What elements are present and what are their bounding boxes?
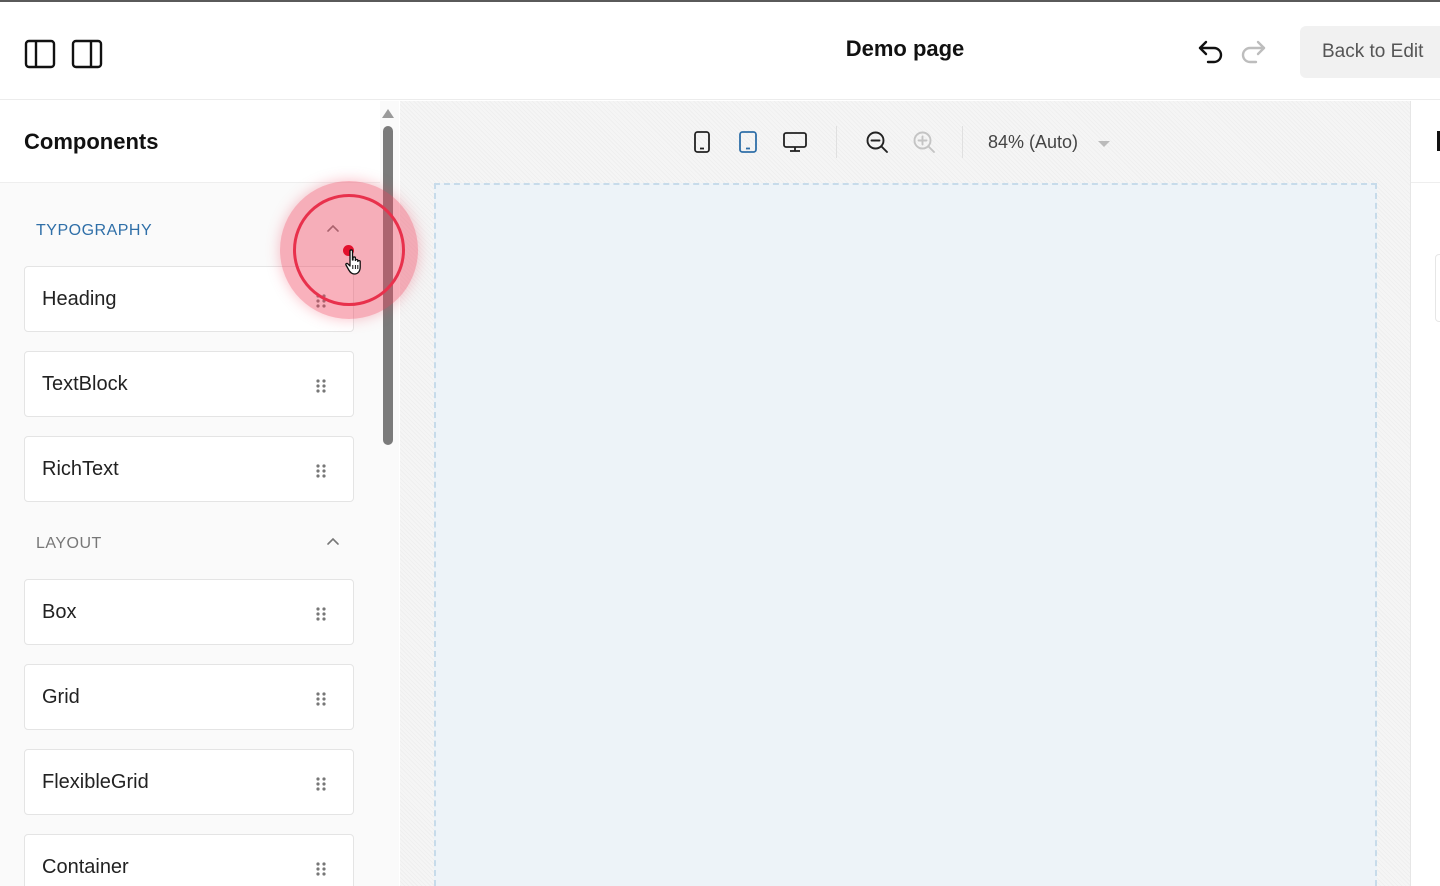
- sidebar-title: Components: [24, 129, 159, 154]
- component-label: Box: [42, 601, 77, 623]
- page-canvas-frame[interactable]: [434, 183, 1377, 886]
- right-panel-header: [1411, 101, 1440, 183]
- component-textblock[interactable]: TextBlock: [24, 351, 354, 417]
- sidebar-header: Components: [0, 101, 380, 183]
- toolbar-divider: [962, 126, 963, 158]
- desktop-icon[interactable]: [781, 128, 809, 156]
- drag-handle-icon[interactable]: [315, 776, 327, 792]
- component-label: Heading: [42, 288, 117, 310]
- component-label: Grid: [42, 686, 80, 708]
- sidebar-right-icon[interactable]: [71, 38, 103, 70]
- toolbar-divider: [836, 126, 837, 158]
- drag-handle-icon[interactable]: [315, 861, 327, 877]
- zoom-select[interactable]: 84% (Auto): [988, 132, 1078, 153]
- component-richtext[interactable]: RichText: [24, 436, 354, 502]
- component-flexiblegrid[interactable]: FlexibleGrid: [24, 749, 354, 815]
- component-label: FlexibleGrid: [42, 771, 149, 793]
- drag-handle-icon[interactable]: [315, 606, 327, 622]
- page-title: Demo page: [845, 36, 965, 61]
- drag-handle-icon[interactable]: [315, 691, 327, 707]
- back-to-edit-button[interactable]: Back to Edit: [1300, 26, 1440, 78]
- chevron-up-icon[interactable]: [324, 533, 342, 551]
- section-label-typography[interactable]: TYPOGRAPHY: [36, 222, 152, 240]
- component-box[interactable]: Box: [24, 579, 354, 645]
- component-label: TextBlock: [42, 373, 128, 395]
- caret-down-icon[interactable]: [1096, 137, 1112, 149]
- pointer-cursor-icon: [343, 248, 367, 276]
- drag-handle-icon[interactable]: [315, 378, 327, 394]
- component-label: Container: [42, 856, 129, 878]
- zoom-out-icon[interactable]: [863, 128, 891, 156]
- section-label-layout[interactable]: LAYOUT: [36, 535, 102, 553]
- undo-icon[interactable]: [1196, 36, 1228, 68]
- component-grid[interactable]: Grid: [24, 664, 354, 730]
- top-bar: Demo page Back to Edit: [0, 2, 1440, 100]
- right-panel-field[interactable]: [1435, 254, 1440, 322]
- zoom-in-icon[interactable]: [910, 128, 938, 156]
- tablet-icon[interactable]: [734, 128, 762, 156]
- mobile-icon[interactable]: [688, 128, 716, 156]
- drag-handle-icon[interactable]: [315, 463, 327, 479]
- sidebar-left-icon[interactable]: [24, 38, 56, 70]
- right-panel: [1410, 101, 1440, 886]
- scroll-up-arrow-icon[interactable]: [381, 106, 395, 118]
- component-container[interactable]: Container: [24, 834, 354, 886]
- component-label: RichText: [42, 458, 119, 480]
- redo-icon[interactable]: [1238, 36, 1270, 68]
